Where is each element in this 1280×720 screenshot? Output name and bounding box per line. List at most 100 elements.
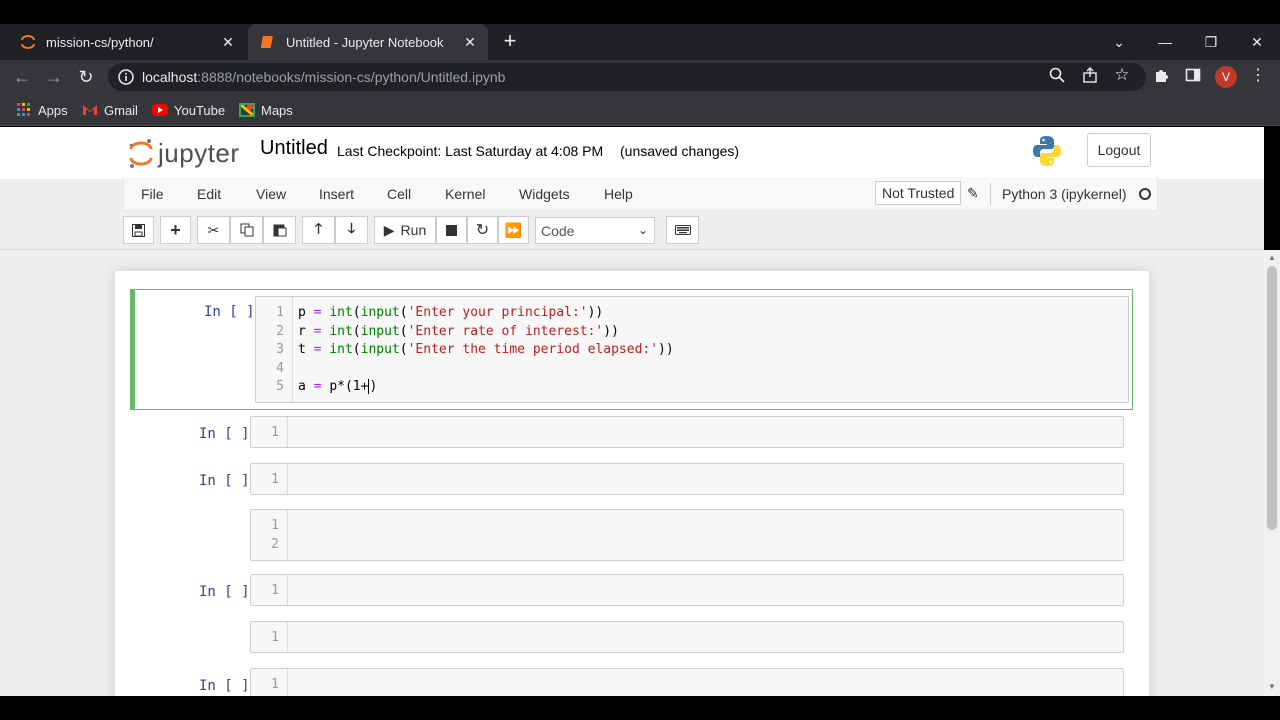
cell-editor[interactable]: 1 xyxy=(250,463,1124,495)
cell-editor[interactable]: 1 2 xyxy=(250,509,1124,561)
menu-kebab-icon[interactable]: ⋮ xyxy=(1249,66,1267,84)
cell-editor[interactable]: 1 xyxy=(250,416,1124,448)
restart-run-all-button[interactable]: ⏩ xyxy=(498,216,529,244)
menu-kernel[interactable]: Kernel xyxy=(445,186,485,202)
restart-button[interactable]: ↻ xyxy=(467,216,498,244)
run-button[interactable]: ▶ Run xyxy=(374,216,436,244)
menu-cell[interactable]: Cell xyxy=(387,186,411,202)
menu-widgets[interactable]: Widgets xyxy=(519,186,570,202)
cell-prompt: In [ ]: xyxy=(198,678,258,694)
tab-untitled-notebook[interactable]: Untitled - Jupyter Notebook ✕ xyxy=(248,24,488,60)
logout-button[interactable]: Logout xyxy=(1087,133,1151,167)
scroll-down-icon[interactable]: ▼ xyxy=(1267,682,1277,692)
command-palette-button[interactable] xyxy=(666,216,699,244)
cell-editor[interactable]: 1 xyxy=(250,668,1124,696)
code-cell[interactable]: In [ ]: 1 xyxy=(130,570,1133,610)
code-operator: = xyxy=(313,342,322,357)
line-number-gutter: 1 xyxy=(251,417,288,447)
bookmark-label: Maps xyxy=(261,102,293,118)
line-number: 3 xyxy=(276,342,284,357)
bookmark-label: Apps xyxy=(38,102,68,118)
menu-edit[interactable]: Edit xyxy=(197,186,221,202)
bookmark-maps[interactable]: Maps xyxy=(239,101,293,119)
code-cell-selected[interactable]: In [ ]: 1 2 3 4 5 p = int(input('Enter y… xyxy=(130,289,1133,410)
side-panel-icon[interactable] xyxy=(1184,66,1202,84)
screen: mission-cs/python/ ✕ Untitled - Jupyter … xyxy=(0,0,1280,720)
code-cell[interactable]: 1 xyxy=(130,617,1133,657)
text-cursor xyxy=(368,379,370,394)
edit-pencil-icon[interactable]: ✎ xyxy=(967,185,979,202)
tab-title: Untitled - Jupyter Notebook xyxy=(286,34,444,50)
site-info-icon[interactable] xyxy=(118,69,134,85)
cell-prompt: In [ ]: xyxy=(198,584,258,600)
code-builtin: input xyxy=(360,324,400,339)
insert-cell-button[interactable]: + xyxy=(160,216,191,244)
code-var: p xyxy=(298,305,306,320)
menu-view[interactable]: View xyxy=(256,186,286,202)
menu-help[interactable]: Help xyxy=(604,186,633,202)
not-trusted-button[interactable]: Not Trusted xyxy=(875,181,962,205)
reload-icon[interactable]: ↻ xyxy=(74,65,98,89)
tab-search-icon[interactable]: ⌄ xyxy=(1096,24,1142,60)
cell-type-value: Code xyxy=(541,222,575,239)
menu-file[interactable]: File xyxy=(141,186,164,202)
address-bar-row: ← → ↻ localhost:8888/notebooks/mission-c… xyxy=(0,60,1280,94)
code-cell[interactable]: In [ ]: 1 xyxy=(130,664,1133,696)
scroll-up-icon[interactable]: ▲ xyxy=(1267,253,1277,263)
code-cell[interactable]: In [ ]: 1 xyxy=(130,412,1133,452)
share-icon[interactable] xyxy=(1081,66,1099,84)
arrow-down-icon: 🡓 xyxy=(347,220,356,236)
cell-prompt: In [ ]: xyxy=(198,473,258,489)
line-number: 1 xyxy=(271,425,279,440)
code-builtin: int xyxy=(329,305,353,320)
scrollbar-thumb[interactable] xyxy=(1267,266,1277,530)
bookmark-youtube[interactable]: YouTube xyxy=(152,101,225,119)
paste-button[interactable] xyxy=(263,216,296,244)
kernel-name[interactable]: Python 3 (ipykernel) xyxy=(1002,186,1127,202)
url-field[interactable]: localhost:8888/notebooks/mission-cs/pyth… xyxy=(108,63,1146,91)
tab-close-icon[interactable]: ✕ xyxy=(458,34,482,51)
save-button[interactable] xyxy=(123,216,154,244)
line-number: 2 xyxy=(271,537,279,552)
restart-icon: ↻ xyxy=(475,222,490,239)
close-window-icon[interactable]: ✕ xyxy=(1234,24,1280,60)
minimize-icon[interactable]: — xyxy=(1142,24,1188,60)
url-host: localhost xyxy=(142,69,198,85)
cell-editor[interactable]: 1 xyxy=(250,574,1124,606)
forward-icon[interactable]: → xyxy=(42,65,66,89)
code-cell[interactable]: In [ ]: 1 xyxy=(130,459,1133,499)
back-icon[interactable]: ← xyxy=(10,65,34,89)
cell-editor[interactable]: 1 xyxy=(250,621,1124,653)
notebook-name[interactable]: Untitled xyxy=(260,137,328,160)
apps-grid-icon xyxy=(17,103,30,116)
url-path: :8888/notebooks/mission-cs/python/Untitl… xyxy=(197,69,506,85)
menu-insert[interactable]: Insert xyxy=(319,186,354,202)
profile-avatar[interactable]: V xyxy=(1215,66,1237,88)
page-scrollbar[interactable]: ▲ ▼ xyxy=(1264,250,1280,696)
interrupt-button[interactable] xyxy=(436,216,467,244)
line-number-gutter: 1 xyxy=(251,464,288,494)
code-builtin: int xyxy=(329,324,353,339)
cell-editor[interactable]: 1 2 3 4 5 p = int(input('Enter your prin… xyxy=(255,296,1129,403)
copy-button[interactable] xyxy=(230,216,263,244)
restore-icon[interactable]: ❐ xyxy=(1188,24,1234,60)
tab-close-icon[interactable]: ✕ xyxy=(216,34,240,51)
bookmark-star-icon[interactable]: ☆ xyxy=(1113,65,1131,84)
bookmark-apps[interactable]: Apps xyxy=(16,101,68,119)
scissors-icon: ✂ xyxy=(207,221,220,238)
zoom-icon[interactable] xyxy=(1048,66,1066,84)
jupyter-logo[interactable]: jupyter xyxy=(128,133,240,173)
line-number: 1 xyxy=(276,305,284,320)
new-tab-icon[interactable]: + xyxy=(498,30,522,54)
code-cell[interactable]: 1 2 xyxy=(130,507,1133,563)
move-down-button[interactable]: 🡓 xyxy=(335,216,368,244)
tab-mission-cs[interactable]: mission-cs/python/ ✕ xyxy=(8,24,246,60)
move-up-button[interactable]: 🡑 xyxy=(302,216,335,244)
extensions-icon[interactable] xyxy=(1152,66,1170,84)
cell-prompt: In [ ]: xyxy=(198,426,258,442)
cut-button[interactable]: ✂ xyxy=(197,216,230,244)
bookmark-gmail[interactable]: Gmail xyxy=(82,101,138,119)
jupyter-favicon-icon xyxy=(20,34,36,50)
cell-type-select[interactable]: Code ⌄ xyxy=(535,217,655,244)
code-expression: p*(1+ xyxy=(329,379,369,394)
